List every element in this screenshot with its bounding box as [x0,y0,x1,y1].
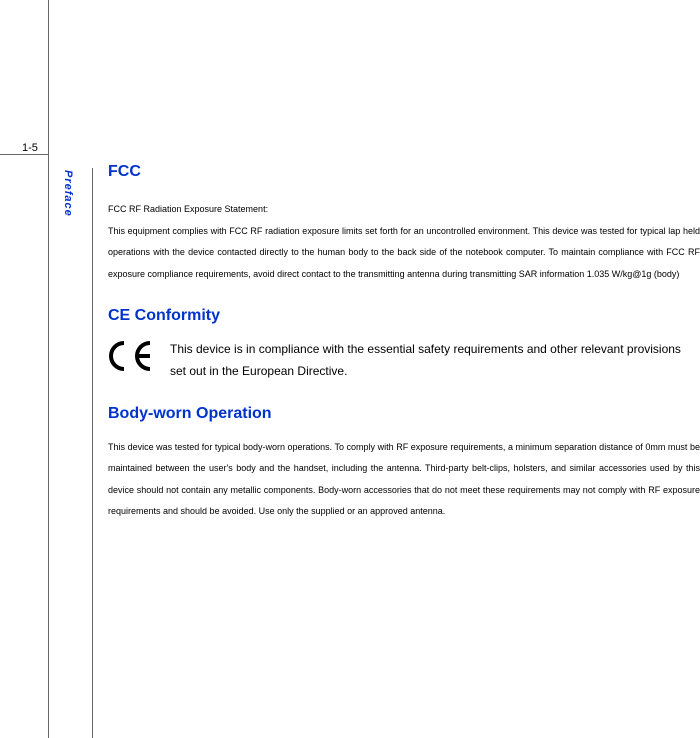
heading-bodyworn: Body-worn Operation [108,405,700,423]
ce-mark-icon [108,341,160,376]
heading-fcc: FCC [108,163,700,181]
bodyworn-body: This device was tested for typical body-… [108,437,700,523]
divider-vertical-left [48,0,49,738]
ce-body: This device is in compliance with the es… [170,339,700,382]
heading-ce: CE Conformity [108,307,700,325]
page-number: 1-5 [22,142,38,154]
fcc-statement-label: FCC RF Radiation Exposure Statement: [108,199,700,221]
divider-vertical-right [92,168,93,738]
sidebar-label: Preface [62,170,74,217]
ce-row: This device is in compliance with the es… [108,339,700,382]
divider-horizontal [0,154,48,155]
fcc-body: This equipment complies with FCC RF radi… [108,221,700,286]
main-content: FCC FCC RF Radiation Exposure Statement:… [108,163,700,523]
